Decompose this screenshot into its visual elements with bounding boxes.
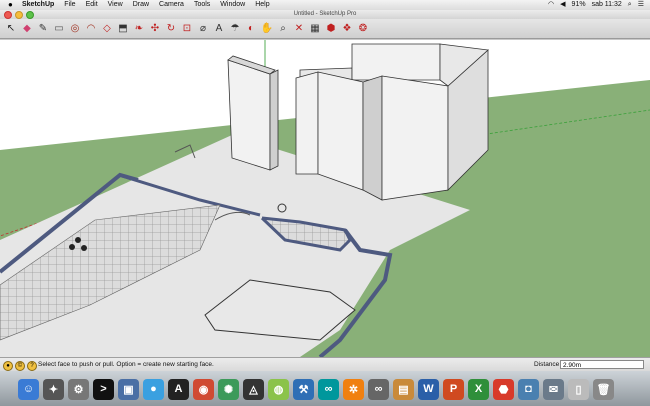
menu-camera[interactable]: Camera	[159, 0, 184, 10]
move-icon[interactable]: ✣	[148, 22, 162, 36]
menu-list: SketchUp File Edit View Draw Camera Tools Windo…	[22, 0, 270, 10]
offset-icon[interactable]: ❧	[132, 22, 146, 36]
help-icon[interactable]: ?	[27, 361, 37, 371]
credits-icon[interactable]: ©	[15, 361, 25, 371]
zoom-button[interactable]	[26, 11, 34, 19]
pencil-icon[interactable]: ✎	[36, 22, 50, 36]
terminal-icon[interactable]: >	[93, 378, 114, 400]
wall-side	[362, 75, 383, 201]
wall	[381, 75, 449, 201]
apple-menu-icon[interactable]: ●	[8, 0, 13, 10]
system-preferences-icon[interactable]: ⚙	[68, 378, 89, 400]
stove-burner	[75, 237, 81, 243]
arc-icon[interactable]: ◠	[84, 22, 98, 36]
wall	[351, 43, 441, 81]
chrome-icon[interactable]: ◉	[193, 378, 214, 400]
zoom-extents-icon[interactable]: ✕	[292, 22, 306, 36]
rotate-icon[interactable]: ↻	[164, 22, 178, 36]
glasses-icon[interactable]: ∞	[368, 378, 389, 400]
warehouse-icon[interactable]: ▦	[308, 22, 322, 36]
close-button[interactable]	[4, 11, 12, 19]
extension-icon[interactable]: ⬢	[324, 22, 338, 36]
menu-help[interactable]: Help	[255, 0, 269, 10]
document-icon[interactable]: ▯	[568, 378, 589, 400]
menu-tools[interactable]: Tools	[194, 0, 210, 10]
finder-icon[interactable]: ☺	[18, 378, 39, 400]
unity-icon[interactable]: ◬	[243, 378, 264, 400]
model-viewport[interactable]	[0, 40, 650, 357]
sketchup-icon[interactable]: ⬣	[493, 378, 514, 400]
messages-icon[interactable]: ●	[143, 378, 164, 400]
zoom-icon[interactable]: ⌕	[276, 22, 290, 36]
menu-window[interactable]: Window	[220, 0, 245, 10]
status-area: ◠ ◀ 91% sab 11:32 ⌕ ☰	[548, 0, 644, 10]
window-title: Untitled - SketchUp Pro	[293, 11, 357, 17]
stove-burner	[69, 244, 75, 250]
stove-burner	[81, 245, 87, 251]
window-titlebar: Untitled - SketchUp Pro	[0, 10, 650, 19]
mail-icon[interactable]: ✉	[543, 378, 564, 400]
styles-icon[interactable]: ❂	[356, 22, 370, 36]
volume-icon[interactable]: ◀	[560, 0, 565, 10]
notification-center-icon[interactable]: ☰	[638, 0, 644, 10]
text-icon[interactable]: A	[212, 22, 226, 36]
push-pull-icon[interactable]: ⬒	[116, 22, 130, 36]
3d-scene[interactable]	[0, 40, 650, 357]
xcode-icon[interactable]: ⚒	[293, 378, 314, 400]
select-arrow-icon[interactable]: ↖	[4, 22, 18, 36]
menu-file[interactable]: File	[64, 0, 75, 10]
status-icons: ● © ?	[3, 361, 37, 371]
geolocation-icon[interactable]: ●	[3, 361, 13, 371]
components-icon[interactable]: ❖	[340, 22, 354, 36]
paint-bucket-icon[interactable]: ☂	[228, 22, 242, 36]
wall	[317, 71, 364, 191]
orbit-icon[interactable]: ◐	[244, 22, 258, 36]
status-bar: ● © ? Select face to push or pull. Optio…	[0, 357, 650, 372]
excel-icon[interactable]: X	[468, 378, 489, 400]
android-studio-icon[interactable]: ✺	[218, 378, 239, 400]
android-file-transfer-icon[interactable]: ◍	[268, 378, 289, 400]
battery-text[interactable]: 91%	[572, 0, 586, 10]
scale-icon[interactable]: ⊡	[180, 22, 194, 36]
minimize-button[interactable]	[15, 11, 23, 19]
launchpad-icon[interactable]: ✦	[43, 378, 64, 400]
wall-side	[269, 69, 279, 171]
tools-toolbar: ↖ ◆ ✎ ▭ ◎ ◠ ◇ ⬒ ❧ ✣ ↻ ⊡ ⌀ A ☂ ◐ ✋ ⌕ ✕ ▦ ⬢ ❖ ❂	[0, 19, 650, 39]
wifi-icon[interactable]: ◠	[548, 0, 554, 10]
trash-icon[interactable]: 🗑	[593, 378, 614, 400]
menu-sketchup[interactable]: SketchUp	[22, 0, 54, 10]
wall	[227, 59, 271, 171]
menu-view[interactable]: View	[108, 0, 123, 10]
status-hint: Select face to push or pull. Option = cr…	[38, 361, 214, 368]
distance-input[interactable]: 2.90m	[560, 360, 644, 369]
dock: ☺ ✦ ⚙ > ▣ ● A ◉ ✺ ◬ ◍ ⚒ ∞ ✲ ∞ ▤ W P X ⬣ ◘ ✉ ▯ 🗑	[0, 371, 650, 406]
vlc-icon[interactable]: ✲	[343, 378, 364, 400]
iphoto-icon[interactable]: ◘	[518, 378, 539, 400]
menu-edit[interactable]: Edit	[86, 0, 98, 10]
app-store-icon[interactable]: A	[168, 378, 189, 400]
circle-icon[interactable]: ◎	[68, 22, 82, 36]
rectangle-icon[interactable]: ▭	[52, 22, 66, 36]
shape-icon[interactable]: ◇	[100, 22, 114, 36]
word-icon[interactable]: W	[418, 378, 439, 400]
powerpoint-icon[interactable]: P	[443, 378, 464, 400]
clock[interactable]: sab 11:32	[592, 0, 622, 10]
arduino-icon[interactable]: ∞	[318, 378, 339, 400]
notes-icon[interactable]: ▤	[393, 378, 414, 400]
distance-label: Distance	[534, 361, 560, 368]
menu-draw[interactable]: Draw	[133, 0, 149, 10]
pan-icon[interactable]: ✋	[260, 22, 274, 36]
spotlight-icon[interactable]: ⌕	[628, 0, 632, 10]
eraser-icon[interactable]: ◆	[20, 22, 34, 36]
dock-shelf: ☺ ✦ ⚙ > ▣ ● A ◉ ✺ ◬ ◍ ⚒ ∞ ✲ ∞ ▤ W P X ⬣ ◘ ✉ ▯ 🗑	[18, 374, 632, 404]
window-controls	[4, 11, 34, 19]
preview-icon[interactable]: ▣	[118, 378, 139, 400]
tape-measure-icon[interactable]: ⌀	[196, 22, 210, 36]
wall	[295, 71, 319, 175]
